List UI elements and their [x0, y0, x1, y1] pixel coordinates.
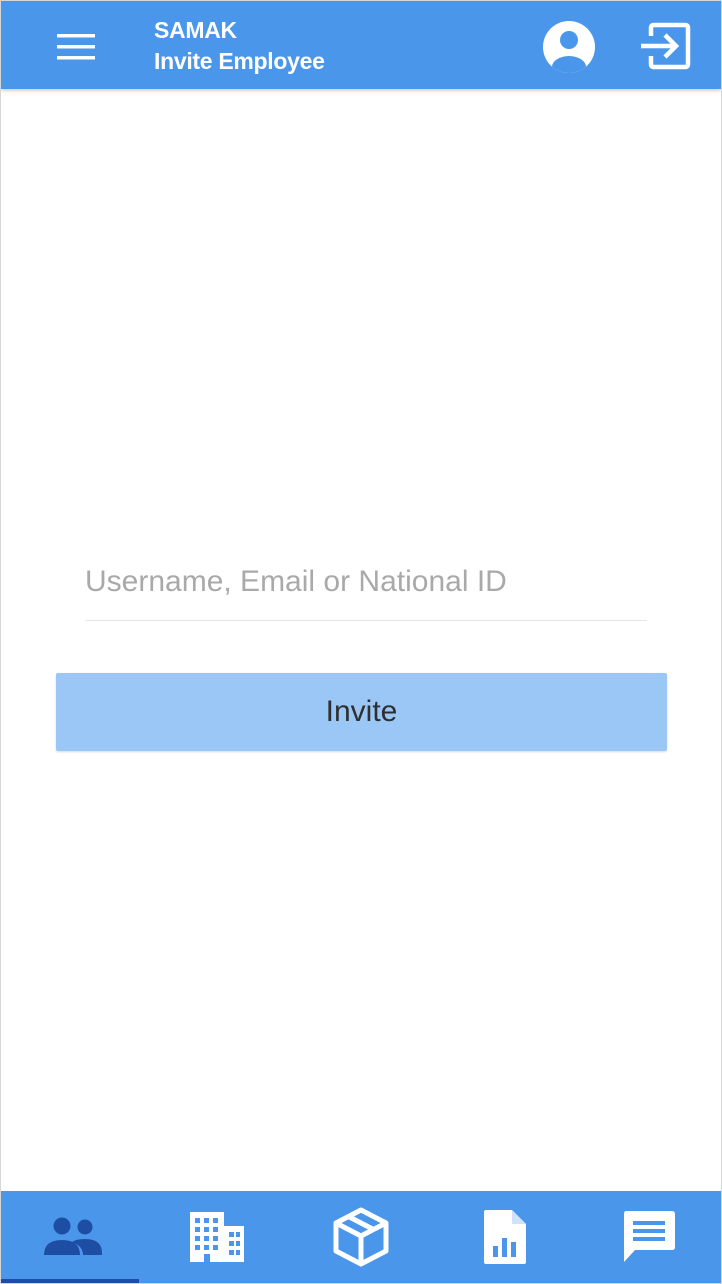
input-underline [85, 620, 647, 621]
app-bar: SAMAK Invite Employee [1, 1, 721, 89]
logout-button[interactable] [637, 19, 693, 73]
tab-buildings[interactable] [145, 1191, 289, 1283]
tab-messages[interactable] [577, 1191, 721, 1283]
box-icon [333, 1207, 389, 1267]
tab-packages[interactable] [289, 1191, 433, 1283]
building-icon [190, 1212, 244, 1262]
tab-reports[interactable] [433, 1191, 577, 1283]
page-title: Invite Employee [154, 48, 325, 74]
app-bar-titles: SAMAK Invite Employee [154, 15, 325, 77]
identifier-input[interactable] [85, 556, 647, 608]
invite-employee-screen: SAMAK Invite Employee Username, Email or… [0, 0, 722, 1284]
menu-icon [57, 34, 95, 60]
bottom-navigation [1, 1191, 721, 1283]
tab-employees[interactable] [1, 1191, 145, 1283]
account-circle-icon [543, 21, 595, 73]
report-document-icon [484, 1210, 526, 1264]
invite-button[interactable]: Invite [56, 673, 667, 751]
menu-button[interactable] [53, 27, 99, 67]
chat-icon [624, 1211, 675, 1262]
account-button[interactable] [541, 19, 597, 75]
people-icon [44, 1217, 102, 1255]
logout-icon [641, 22, 691, 70]
app-name: SAMAK [154, 17, 237, 43]
